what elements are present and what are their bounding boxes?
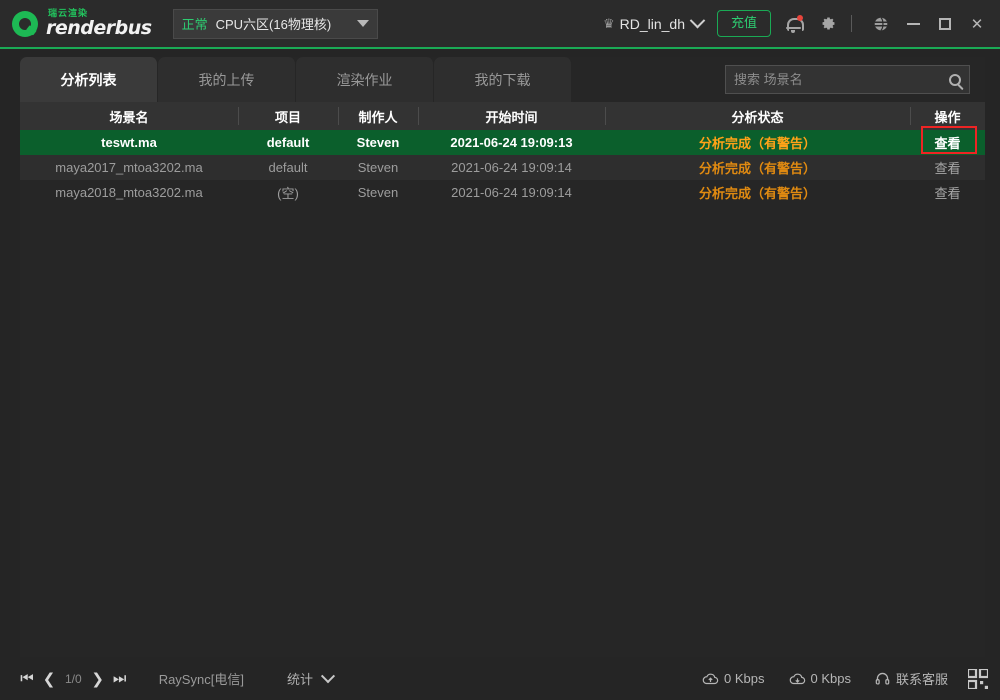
last-page-button[interactable]: ⏭ [109,668,131,690]
column-header-status: 分析状态 [605,102,910,130]
chevron-down-icon [321,669,335,683]
cell-status: 分析完成（有警告） [605,155,910,180]
table-row[interactable]: teswt.ma default Steven 2021-06-24 19:09… [20,130,985,155]
cell-author: Steven [338,155,418,180]
user-menu[interactable]: ♛ RD_lin_dh [603,16,703,32]
maximize-button[interactable] [932,11,958,37]
logo-wordmark: renderbus [46,19,152,38]
tab-bar: 分析列表 我的上传 渲染作业 我的下载 [20,57,985,102]
cell-project: default [238,155,338,180]
close-button[interactable]: ✕ [964,11,990,37]
pagination: ⏮ ❮ 1/0 ❯ ⏭ [16,668,131,690]
transfer-engine-label[interactable]: RaySync[电信] [159,669,244,688]
cell-start-time: 2021-06-24 19:09:13 [418,130,605,155]
settings-button[interactable] [815,11,841,37]
zone-status-label: 正常 [182,14,208,33]
cloud-upload-icon [702,673,719,685]
cell-project: (空) [238,180,338,205]
maximize-icon [939,18,951,30]
titlebar-right-group: ♛ RD_lin_dh 充值 [603,0,1000,47]
download-speed: 0 Kbps [789,671,851,686]
first-page-button[interactable]: ⏮ [16,668,38,690]
app-window: 瑞云渲染 renderbus 正常 CPU六区(16物理核) ♛ RD_lin_… [0,0,1000,700]
close-icon: ✕ [971,15,984,33]
analysis-table: 场景名 项目 制作人 开始时间 分析状态 操作 teswt.ma default… [20,102,985,205]
cell-action: 查看 [910,155,985,180]
column-header-project: 项目 [238,102,338,130]
cell-start-time: 2021-06-24 19:09:14 [418,180,605,205]
download-speed-value: 0 Kbps [811,671,851,686]
stats-label: 统计 [287,669,313,688]
table-row[interactable]: maya2018_mtoa3202.ma (空) Steven 2021-06-… [20,180,985,205]
minimize-button[interactable] [900,11,926,37]
page-indicator: 1/0 [65,672,82,686]
contact-support-button[interactable]: 联系客服 [875,669,948,688]
tab-render-jobs[interactable]: 渲染作业 [296,57,434,102]
tab-my-downloads[interactable]: 我的下载 [434,57,572,102]
upload-speed: 0 Kbps [702,671,764,686]
status-bar: ⏮ ❮ 1/0 ❯ ⏭ RaySync[电信] 统计 0 Kbps [0,657,1000,700]
upload-speed-value: 0 Kbps [724,671,764,686]
column-header-start-time: 开始时间 [418,102,605,130]
renderbus-logo-icon [10,9,40,39]
notification-badge-dot [797,15,803,21]
cell-scene: teswt.ma [20,130,238,155]
tab-my-uploads[interactable]: 我的上传 [158,57,296,102]
globe-button[interactable] [868,11,894,37]
app-logo: 瑞云渲染 renderbus [10,9,152,39]
view-link[interactable]: 查看 [934,183,960,202]
chevron-down-icon [690,13,706,29]
main-content-panel: 分析列表 我的上传 渲染作业 我的下载 场景名 项目 制作人 开始时间 分析状态… [20,57,985,657]
user-name-label: RD_lin_dh [620,16,685,32]
zone-name-label: CPU六区(16物理核) [216,14,353,33]
cell-project: default [238,130,338,155]
bell-icon [786,16,801,32]
headset-icon [875,671,890,686]
minimize-icon [907,23,920,25]
cloud-download-icon [789,673,806,685]
view-link[interactable]: 查看 [934,133,960,152]
cell-status: 分析完成（有警告） [605,130,910,155]
notifications-button[interactable] [780,11,806,37]
prev-page-button[interactable]: ❮ [38,668,60,690]
globe-icon [873,16,889,32]
cell-action: 查看 [910,180,985,205]
contact-support-label: 联系客服 [896,669,948,688]
tab-analysis-list[interactable]: 分析列表 [20,57,158,102]
status-bar-right-group: 0 Kbps 0 Kbps 联系客服 [702,669,1000,689]
column-header-author: 制作人 [338,102,418,130]
search-icon[interactable] [949,74,961,86]
column-header-action: 操作 [910,102,985,130]
cell-scene: maya2017_mtoa3202.ma [20,155,238,180]
view-link[interactable]: 查看 [934,158,960,177]
cell-scene: maya2018_mtoa3202.ma [20,180,238,205]
cell-status: 分析完成（有警告） [605,180,910,205]
table-header-row: 场景名 项目 制作人 开始时间 分析状态 操作 [20,102,985,130]
search-box[interactable] [725,65,970,94]
render-zone-dropdown[interactable]: 正常 CPU六区(16物理核) [173,9,378,39]
qr-code-icon[interactable] [968,669,988,689]
column-header-scene: 场景名 [20,102,238,130]
cell-start-time: 2021-06-24 19:09:14 [418,155,605,180]
crown-icon: ♛ [603,17,615,30]
cell-author: Steven [338,130,418,155]
search-input[interactable] [734,72,945,87]
title-bar: 瑞云渲染 renderbus 正常 CPU六区(16物理核) ♛ RD_lin_… [0,0,1000,49]
next-page-button[interactable]: ❯ [87,668,109,690]
cell-action: 查看 [910,130,985,155]
table-row[interactable]: maya2017_mtoa3202.ma default Steven 2021… [20,155,985,180]
stats-dropdown[interactable]: 统计 [287,669,333,688]
gear-icon [820,15,837,32]
cell-author: Steven [338,180,418,205]
titlebar-divider [851,15,852,32]
chevron-down-icon [357,20,369,27]
recharge-button[interactable]: 充值 [717,10,771,37]
